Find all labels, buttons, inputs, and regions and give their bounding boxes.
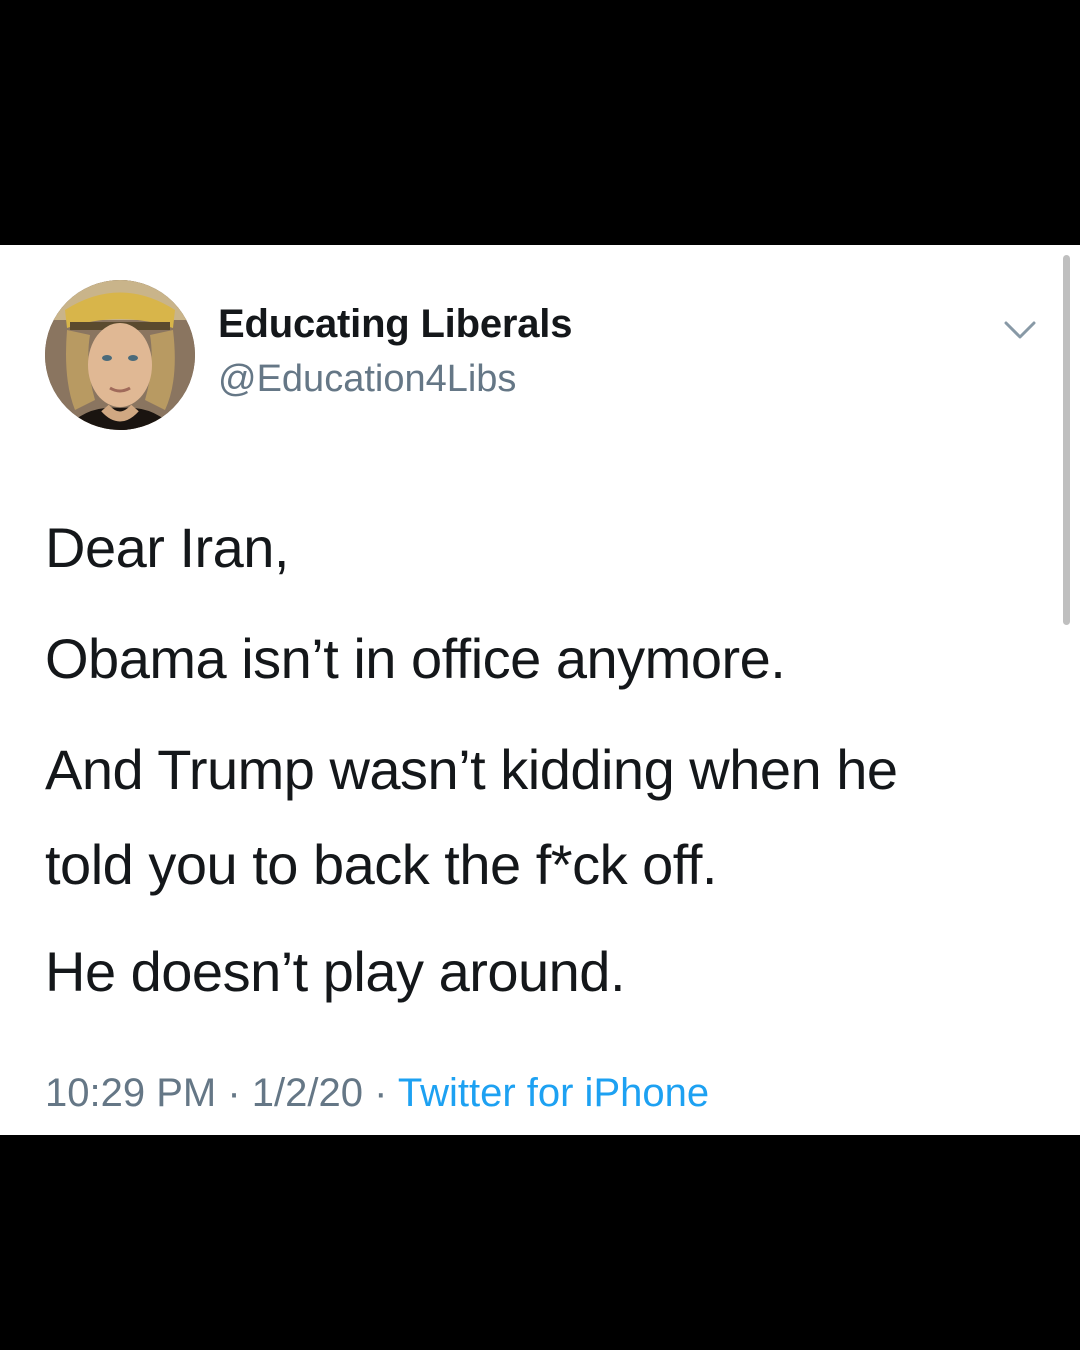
meta-separator: · — [227, 1071, 241, 1115]
author-handle[interactable]: @Education4Libs — [218, 358, 516, 401]
tweet-date[interactable]: 1/2/20 — [252, 1071, 363, 1115]
screenshot-frame: Educating Liberals @Education4Libs Dear … — [0, 0, 1080, 1350]
avatar-photo — [45, 280, 195, 430]
tweet-line: told you to back the f*ck off. — [45, 833, 717, 896]
tweet-line: Dear Iran, — [45, 516, 290, 579]
tweet-time[interactable]: 10:29 PM — [45, 1071, 216, 1115]
meta-separator: · — [374, 1071, 388, 1115]
tweet-card: Educating Liberals @Education4Libs Dear … — [0, 245, 1080, 1135]
chevron-down-icon[interactable] — [1000, 315, 1040, 345]
scrollbar[interactable] — [1063, 255, 1070, 625]
author-display-name[interactable]: Educating Liberals — [218, 302, 572, 347]
tweet-line: And Trump wasn’t kidding when he — [45, 738, 898, 801]
tweet-meta: 10:29 PM · 1/2/20 · Twitter for iPhone — [45, 1071, 709, 1116]
tweet-line: He doesn’t play around. — [45, 940, 626, 1003]
tweet-text: Dear Iran, Obama isn’t in office anymore… — [45, 500, 1025, 1019]
avatar[interactable] — [45, 280, 195, 430]
tweet-line: Obama isn’t in office anymore. — [45, 627, 786, 690]
tweet-source-link[interactable]: Twitter for iPhone — [398, 1071, 709, 1115]
